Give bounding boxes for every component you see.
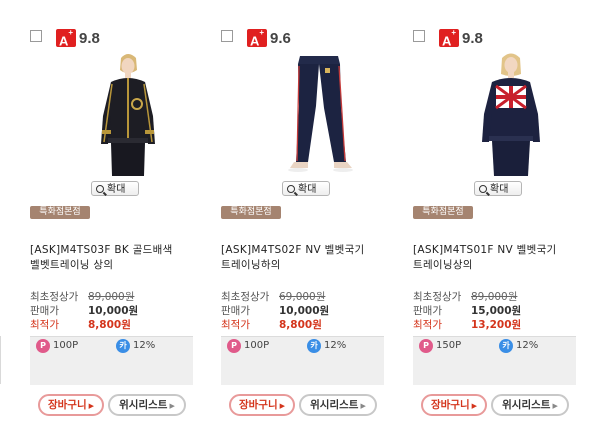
benefit-box: P 150P 카 12% [413,336,576,385]
best-price-row: 최적가 8,800원 [221,319,322,331]
magnifier-icon [96,185,104,193]
product-image[interactable] [75,52,181,176]
product-name[interactable]: [ASK]M4TS03F BK 골드배색 벨벳트레이닝 상의 [30,243,195,273]
rating-value: 9.8 [462,30,483,47]
rating-value: 9.6 [270,30,291,47]
sale-price: 10,000원 [279,305,330,317]
chevron-right-icon: ▶ [279,402,286,410]
chevron-right-icon: ▶ [360,402,366,410]
add-to-cart-button[interactable]: 장바구니 ▶ [38,394,104,416]
product-card: A+ 9.8 확대 특화점본점 [ASK]M4TS03F BK 골드배색 벨벳트… [30,0,220,439]
wishlist-button[interactable]: 위시리스트 ▶ [491,394,569,416]
chevron-right-icon: ▶ [88,402,95,410]
store-badge: 특화점본점 [30,206,90,219]
benefit-box: P 100P 카 12% [30,336,193,385]
product-name[interactable]: [ASK]M4TS01F NV 벨벳국기 트레이닝상의 [413,243,578,273]
best-price: 8,800원 [88,319,131,331]
sale-price: 10,000원 [88,305,139,317]
zoom-button[interactable]: 확대 [474,181,522,196]
original-price-row: 최초정상가 89,000원 [413,291,518,303]
magnifier-icon [287,185,295,193]
original-price: 89,000원 [88,291,135,303]
chevron-right-icon: ▶ [552,402,558,410]
original-price: 69,000원 [279,291,326,303]
card-discount-value: 12% [324,340,347,351]
zoom-button[interactable]: 확대 [91,181,139,196]
point-value: 100P [244,340,270,351]
card-discount-value: 12% [516,340,539,351]
product-name[interactable]: [ASK]M4TS02F NV 벨벳국기 트레이닝하의 [221,243,386,273]
wishlist-button[interactable]: 위시리스트 ▶ [108,394,186,416]
chevron-right-icon: ▶ [471,402,478,410]
card-discount-icon: 카 [116,339,130,353]
grade-badge: A+ [439,28,459,48]
point-value: 150P [436,340,462,351]
product-card: A+ 9.6 확대 특화점본점 [ASK]M4TS02F NV 벨벳국기 트레이… [221,0,411,439]
best-price: 8,800원 [279,319,322,331]
store-badge: 특화점본점 [221,206,281,219]
best-price: 13,200원 [471,319,522,331]
model-black-track-jacket-image [75,52,181,176]
sale-price-row: 판매가 15,000원 [413,305,522,317]
chevron-right-icon: ▶ [169,402,175,410]
adjacent-card-edge [0,336,1,384]
product-image[interactable] [458,52,564,176]
sale-price: 15,000원 [471,305,522,317]
point-icon: P [227,339,241,353]
original-price-row: 최초정상가 89,000원 [30,291,135,303]
store-badge: 특화점본점 [413,206,473,219]
best-price-row: 최적가 13,200원 [413,319,522,331]
magnifier-icon [479,185,487,193]
model-union-jack-jacket-image [458,52,564,176]
zoom-button[interactable]: 확대 [282,181,330,196]
grade-badge: A+ [247,28,267,48]
wishlist-button[interactable]: 위시리스트 ▶ [299,394,377,416]
sale-price-row: 판매가 10,000원 [30,305,139,317]
point-value: 100P [53,340,79,351]
card-discount-icon: 카 [499,339,513,353]
original-price-row: 최초정상가 69,000원 [221,291,326,303]
grade-badge: A+ [56,28,76,48]
card-discount-icon: 카 [307,339,321,353]
add-to-cart-button[interactable]: 장바구니 ▶ [229,394,295,416]
add-to-cart-button[interactable]: 장바구니 ▶ [421,394,487,416]
select-checkbox[interactable] [413,30,425,42]
select-checkbox[interactable] [221,30,233,42]
select-checkbox[interactable] [30,30,42,42]
original-price: 89,000원 [471,291,518,303]
point-icon: P [419,339,433,353]
benefit-box: P 100P 카 12% [221,336,384,385]
sale-price-row: 판매가 10,000원 [221,305,330,317]
product-image[interactable] [266,52,372,176]
rating-value: 9.8 [79,30,100,47]
navy-velvet-pants-image [266,52,372,176]
card-discount-value: 12% [133,340,156,351]
product-card: A+ 9.8 확대 특화점본점 [ASK]M4TS01F NV 벨벳국기 트레이… [413,0,595,439]
best-price-row: 최적가 8,800원 [30,319,131,331]
point-icon: P [36,339,50,353]
